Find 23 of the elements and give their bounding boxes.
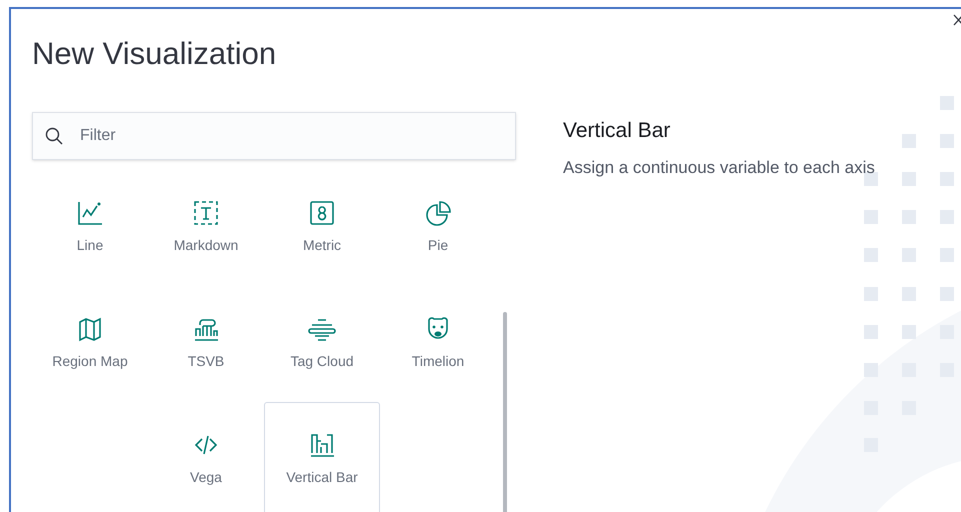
dialog-title: New Visualization <box>32 35 278 73</box>
map-icon <box>76 315 104 343</box>
visualization-card[interactable]: Metric <box>264 170 380 286</box>
visualization-card[interactable]: Vertical Bar <box>264 402 380 512</box>
chart-line-icon <box>76 199 104 227</box>
search-icon <box>45 127 63 145</box>
text-frame-icon <box>192 199 220 227</box>
visualization-card[interactable]: Vega <box>148 402 264 512</box>
visualization-card[interactable]: Timelion <box>380 286 496 402</box>
preview-description: Assign a continuous variable to each axis <box>563 157 875 179</box>
visualization-card[interactable]: Markdown <box>148 170 264 286</box>
visualization-card[interactable]: Region Map <box>32 286 148 402</box>
visualization-card[interactable]: Tag Cloud <box>264 286 380 402</box>
filter-field[interactable]: Filter <box>32 112 516 160</box>
vertical-bar-icon <box>308 431 336 459</box>
scrollbar[interactable] <box>503 312 507 512</box>
preview-title: Vertical Bar <box>563 118 672 144</box>
close-icon[interactable] <box>953 14 961 26</box>
metric-number-icon <box>308 199 336 227</box>
pie-chart-icon <box>424 199 452 227</box>
visualization-card[interactable]: Pie <box>380 170 496 286</box>
visualization-card[interactable]: TSVB <box>148 286 264 402</box>
visualization-card[interactable]: Line <box>32 170 148 286</box>
